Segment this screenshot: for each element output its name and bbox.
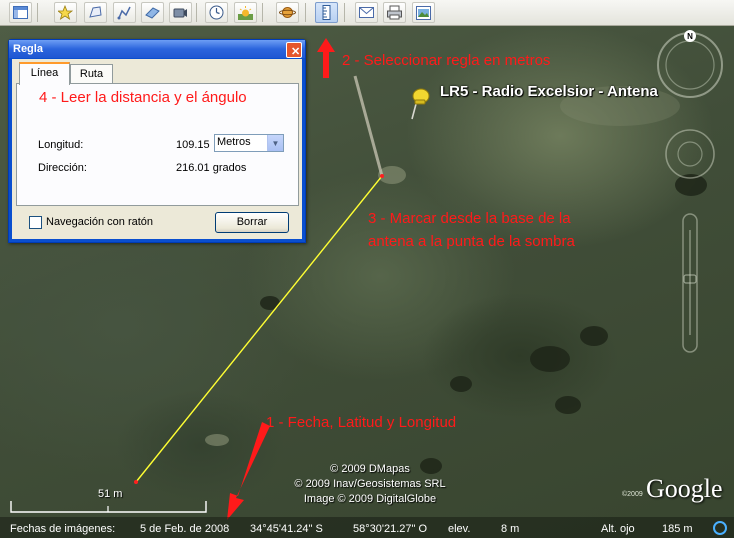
logo-year: ©2009 [622,491,643,498]
longitude-readout: 58°30'21.27" O [353,523,428,535]
toolbar-print-button[interactable] [383,2,406,23]
toolbar [0,0,734,26]
toolbar-historical-imagery-button[interactable] [205,2,228,23]
annotation-step-3-line-1: 3 - Marcar desde la base de la [368,210,571,227]
zoom-slider[interactable] [682,213,698,353]
toolbar-polygon-button[interactable] [84,2,107,23]
dialog-title: Regla [13,43,43,55]
path-icon [117,6,131,20]
annotation-step-3-line-2: antena a la punta de la sombra [368,233,575,250]
eye-altitude-value: 185 m [662,523,693,535]
direction-label: Dirección: [38,162,87,174]
toolbar-path-button[interactable] [113,2,136,23]
placemark-icon [58,5,73,20]
status-bar: Fechas de imágenes: 5 de Feb. de 2008 34… [0,517,734,538]
toolbar-separator [196,3,197,22]
toolbar-record-tour-button[interactable] [169,2,192,23]
toolbar-sunlight-button[interactable] [234,2,257,23]
toolbar-ruler-button[interactable] [315,2,338,23]
clear-button[interactable]: Borrar [215,212,289,233]
record-tour-icon [173,8,187,18]
elevation-value: 8 m [501,523,520,535]
toolbar-planets-button[interactable] [276,2,299,23]
placemark-label[interactable]: LR5 - Radio Excelsior - Antena [440,83,658,100]
imagery-date: 5 de Feb. de 2008 [140,523,230,535]
print-icon [387,5,402,20]
copyright-line: © 2009 Inav/Geosistemas SRL [294,478,446,490]
toolbar-save-image-button[interactable] [412,2,435,23]
annotation-step-2: 2 - Seleccionar regla en metros [342,52,551,69]
navigation-controls: N [657,30,723,353]
save-image-icon [416,5,431,20]
toolbar-separator [344,3,345,22]
length-label: Longitud: [38,139,84,151]
latitude-readout: 34°45'41.24" S [250,523,323,535]
chevron-down-icon[interactable]: ▼ [267,135,283,151]
annotation-step-1: 1 - Fecha, Latitud y Longitud [266,414,457,431]
ruler-end-point[interactable] [134,480,138,484]
streaming-indicator-icon [713,521,727,535]
up-arrow-annotation-icon [317,38,335,78]
direction-value: 216.01 grados [176,162,247,174]
ruler-icon [322,5,331,20]
google-logo: Google [646,474,723,503]
pushpin-icon[interactable] [408,86,432,120]
planets-icon [279,7,296,18]
historical-imagery-icon [209,5,224,20]
scale-label: 51 m [98,488,123,500]
annotation-step-4: 4 - Leer la distancia y el ángulo [39,89,247,106]
ruler-dialog: Regla ✕ Línea Ruta 4 - Leer la distancia… [8,39,306,243]
toolbar-separator [37,3,38,22]
copyright-line: Image © 2009 DigitalGlobe [303,493,437,505]
tab-ruta[interactable]: Ruta [70,64,113,83]
imagery-copyright: © 2009 DMapas © 2009 Inav/Geosistemas SR… [270,462,470,507]
close-icon: ✕ [291,46,301,58]
sidebar-icon [13,6,28,19]
toolbar-separator [305,3,306,22]
tab-linea[interactable]: Línea [19,62,70,85]
tab-panel-linea: 4 - Leer la distancia y el ángulo Longit… [16,83,299,206]
toolbar-sidebar-button[interactable] [9,2,32,23]
scale-bar [10,501,207,513]
sunlight-icon [238,6,253,20]
down-arrow-annotation-icon [227,422,270,520]
antenna-tower-shadow [353,75,384,177]
mouse-navigation-checkbox[interactable] [29,216,42,229]
toolbar-email-button[interactable] [355,2,378,23]
polygon-icon [89,6,102,18]
elevation-label: elev. [448,523,471,535]
dialog-close-button[interactable]: ✕ [286,42,302,58]
toolbar-image-overlay-button[interactable] [141,2,164,23]
toolbar-placemark-button[interactable] [54,2,77,23]
copyright-line: © 2009 DMapas [330,463,410,475]
ruler-start-point[interactable] [380,174,384,178]
eye-altitude-label: Alt. ojo [601,523,635,535]
dialog-body: Línea Ruta 4 - Leer la distancia y el án… [12,59,302,239]
north-letter: N [687,32,693,41]
unit-select[interactable]: Metros ▼ [214,134,284,152]
look-joystick[interactable] [657,32,723,98]
dialog-titlebar[interactable]: Regla ✕ [9,40,305,58]
move-joystick[interactable] [665,129,715,179]
length-value: 109.15 [176,139,210,151]
imagery-date-label: Fechas de imágenes: [10,523,116,535]
mouse-navigation-label[interactable]: Navegación con ratón [46,216,153,228]
unit-select-value: Metros [217,136,251,148]
image-overlay-icon [145,7,160,19]
email-icon [359,7,374,18]
toolbar-separator [262,3,263,22]
